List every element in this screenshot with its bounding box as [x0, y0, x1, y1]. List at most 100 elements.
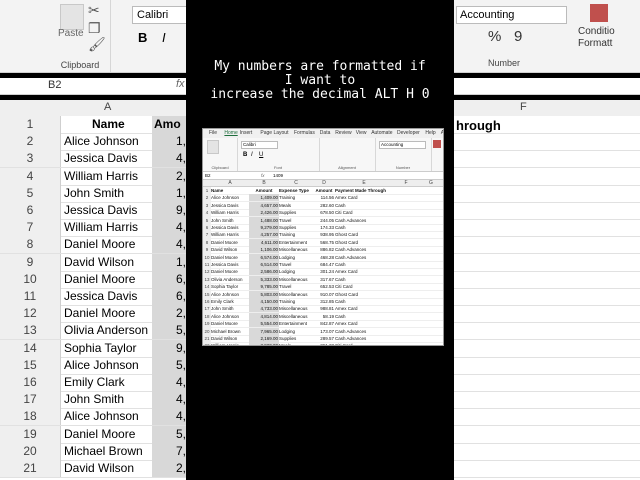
bold-button[interactable]: B — [243, 152, 247, 158]
amount-cell[interactable]: 4,257.00 — [249, 231, 279, 239]
name-cell[interactable]: Michael Brown — [211, 328, 249, 335]
bg-amount-cell[interactable]: 9, — [152, 202, 186, 219]
row-number[interactable]: 11 — [203, 261, 211, 268]
tab-insert[interactable]: Insert — [240, 130, 253, 136]
tab-home[interactable]: Home — [224, 130, 237, 136]
row-number[interactable]: 20 — [203, 327, 211, 335]
bg-amount-cell[interactable]: Amo — [152, 116, 188, 133]
expense-type-cell[interactable]: Miscellaneous — [279, 291, 313, 298]
row-number[interactable]: 22 — [203, 342, 211, 345]
col-header-d[interactable]: D — [313, 180, 335, 186]
amount2-cell[interactable]: 244.05 — [313, 217, 335, 224]
amount-cell[interactable]: 5,554.00 — [249, 320, 279, 328]
payment-cell[interactable]: Cash Advances — [335, 246, 393, 253]
amount-cell[interactable]: 4,150.00 — [249, 298, 279, 305]
payment-cell[interactable]: Cash — [335, 224, 393, 231]
bg-amount-cell[interactable]: 4, — [152, 150, 186, 168]
tab-formulas[interactable]: Formulas — [294, 130, 315, 136]
amount2-cell[interactable]: 174.33 — [313, 224, 335, 231]
conditional-formatting-icon[interactable] — [590, 4, 608, 22]
bg-bold-button[interactable]: B — [138, 30, 147, 45]
payment-cell[interactable]: Cash — [335, 261, 393, 268]
row-number[interactable]: 16 — [203, 298, 211, 305]
amount2-cell[interactable]: 173.07 — [313, 328, 335, 335]
payment-cell[interactable]: Amex Card — [335, 268, 393, 275]
amount-cell[interactable]: 4,814.00 — [249, 312, 279, 320]
row-number[interactable]: 1 — [203, 187, 211, 194]
copy-icon[interactable]: ❐ — [88, 20, 101, 37]
expense-type-cell[interactable]: Training — [279, 231, 313, 238]
name-cell[interactable]: David Wilson — [211, 246, 249, 253]
expense-type-cell[interactable]: Expense Type — [279, 187, 313, 194]
amount2-cell[interactable]: 301.24 — [313, 268, 335, 275]
row-number[interactable]: 14 — [203, 283, 211, 291]
payment-cell[interactable]: Citi Card — [335, 209, 393, 216]
row-number[interactable]: 12 — [203, 268, 211, 276]
name-cell[interactable]: Sophia Taylor — [211, 283, 249, 290]
payment-cell[interactable]: Citi Card — [335, 283, 393, 290]
row-number[interactable]: 6 — [203, 224, 211, 231]
payment-cell[interactable]: Amex Card — [335, 194, 393, 201]
bg-name-cell[interactable]: Alice Johnson — [64, 408, 139, 425]
bg-name-cell[interactable]: William Harris — [64, 168, 138, 185]
row-number[interactable]: 8 — [203, 238, 211, 246]
payment-cell[interactable]: Ghost Card — [335, 291, 393, 298]
row-number[interactable]: 13 — [203, 275, 211, 283]
bg-font-box[interactable]: Calibri — [132, 6, 192, 24]
bg-name-cell[interactable]: Daniel Moore — [64, 271, 135, 288]
amount-cell[interactable]: 1,106.00 — [249, 246, 279, 254]
row-number[interactable]: 21 — [203, 335, 211, 342]
bg-amount-cell[interactable]: 4, — [152, 408, 186, 426]
payment-cell[interactable]: Cash — [335, 298, 393, 305]
amount2-cell[interactable]: 684.47 — [313, 261, 335, 268]
bg-name-cell[interactable]: Jessica Davis — [64, 150, 137, 167]
expense-type-cell[interactable]: Meals — [279, 202, 313, 209]
col-header-f[interactable]: F — [393, 180, 419, 186]
amount2-cell[interactable]: Amount — [313, 187, 335, 194]
name-cell[interactable]: Alice Johnson — [211, 313, 249, 320]
amount2-cell[interactable]: 361.28 — [313, 342, 335, 345]
bg-name-cell[interactable]: Daniel Moore — [64, 426, 135, 443]
payment-cell[interactable]: Cash — [335, 276, 393, 283]
col-header-b[interactable]: B — [249, 180, 279, 186]
name-cell[interactable]: Daniel Moore — [211, 254, 249, 261]
amount-cell[interactable]: 6,574.00 — [249, 253, 279, 261]
row-number[interactable]: 18 — [203, 312, 211, 320]
name-cell[interactable]: John Smith — [211, 305, 249, 312]
bg-amount-cell[interactable]: 2, — [152, 305, 186, 323]
cut-icon[interactable]: ✂ — [88, 2, 100, 19]
tab-developer[interactable]: Developer — [397, 130, 420, 136]
row-number[interactable]: 2 — [203, 194, 211, 202]
bg-amount-cell[interactable]: 2, — [152, 460, 186, 477]
bg-name-cell[interactable]: Alice Johnson — [64, 357, 139, 374]
amount2-cell[interactable]: 886.82 — [313, 246, 335, 253]
expense-type-cell[interactable]: Travel — [279, 261, 313, 268]
amount2-cell[interactable]: 842.87 — [313, 320, 335, 327]
bg-amount-cell[interactable]: 5, — [152, 425, 186, 443]
name-cell[interactable]: Emily Clark — [211, 298, 249, 305]
bg-comma-button[interactable]: 9 — [514, 28, 522, 45]
format-painter-icon[interactable]: 🖌 — [88, 36, 106, 53]
bg-number-format-box[interactable]: Accounting — [456, 6, 567, 24]
expense-type-cell[interactable]: Miscellaneous — [279, 305, 313, 312]
expense-type-cell[interactable]: Training — [279, 194, 313, 201]
bg-name-box[interactable]: B2 — [48, 79, 61, 91]
bg-amount-cell[interactable]: 1, — [152, 184, 186, 202]
amount-cell[interactable]: 2,586.00 — [249, 268, 279, 276]
name-cell[interactable]: Jessica Davis — [211, 224, 249, 231]
amount-cell[interactable]: Amount — [249, 187, 279, 194]
tab-help[interactable]: Help — [425, 130, 435, 136]
bg-name-cell[interactable]: Emily Clark — [64, 374, 125, 391]
amount-cell[interactable]: 4,611.00 — [249, 238, 279, 246]
bg-name-cell[interactable]: Daniel Moore — [64, 305, 135, 322]
amount-cell[interactable]: 4,657.00 — [249, 201, 279, 209]
payment-cell[interactable]: Amex Card — [335, 320, 393, 327]
bg-name-cell[interactable]: David Wilson — [64, 460, 134, 477]
amount2-cell[interactable]: 317.67 — [313, 276, 335, 283]
payment-cell[interactable]: Cash Advances — [335, 328, 393, 335]
amount2-cell[interactable]: 652.53 — [313, 283, 335, 290]
expense-type-cell[interactable]: Training — [279, 298, 313, 305]
expense-type-cell[interactable]: Miscellaneous — [279, 276, 313, 283]
amount2-cell[interactable]: 678.50 — [313, 209, 335, 216]
name-cell[interactable]: Alice Johnson — [211, 194, 249, 201]
